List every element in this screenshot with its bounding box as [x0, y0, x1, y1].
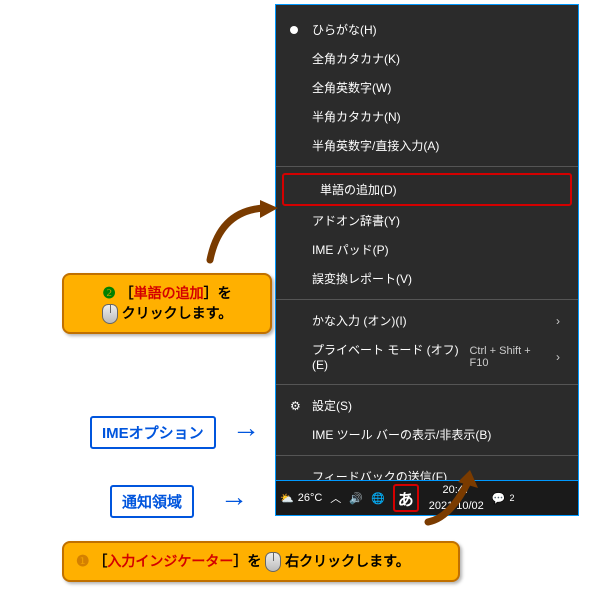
step-number-2: ❷	[102, 285, 115, 302]
menu-item-fullwidth-katakana[interactable]: 全角カタカナ(K)	[276, 44, 578, 73]
action-center-button[interactable]: 💬2	[488, 492, 519, 505]
menu-item-settings[interactable]: ⚙設定(S)	[276, 391, 578, 420]
mouse-icon	[102, 304, 118, 324]
speaker-icon: 🔊	[349, 492, 363, 505]
menu-item-fullwidth-alnum[interactable]: 全角英数字(W)	[276, 73, 578, 102]
highlight-add-word: 単語の追加(D)	[282, 173, 572, 206]
tray-expand-button[interactable]: ︿	[326, 490, 345, 506]
menu-separator	[276, 299, 578, 300]
menu-separator	[276, 455, 578, 456]
menu-item-ime-pad[interactable]: IME パッド(P)	[276, 235, 578, 264]
radio-selected-icon	[290, 26, 298, 34]
arrow-to-ime-indicator	[420, 470, 490, 530]
ime-indicator[interactable]: あ	[389, 484, 423, 512]
callout-step-1: ❶ ［入力インジケーター］を 右クリックします。	[62, 541, 460, 582]
volume-button[interactable]: 🔊	[345, 492, 367, 505]
menu-item-halfwidth-katakana[interactable]: 半角カタカナ(N)	[276, 102, 578, 131]
menu-item-halfwidth-alnum[interactable]: 半角英数字/直接入力(A)	[276, 131, 578, 160]
menu-item-private-mode[interactable]: プライベート モード (オフ)(E)Ctrl + Shift + F10›	[276, 335, 578, 378]
menu-item-misconversion-report[interactable]: 誤変換レポート(V)	[276, 264, 578, 293]
notification-icon: 💬	[492, 492, 506, 505]
label-notification-area: 通知領域	[110, 485, 194, 518]
arrow-to-add-word	[200, 200, 280, 270]
arrow-icon: →	[232, 412, 260, 444]
callout-step-2: ❷ ［単語の追加］を クリックします。	[62, 273, 272, 334]
arrow-icon: →	[220, 481, 248, 513]
menu-item-ime-toolbar-toggle[interactable]: IME ツール バーの表示/非表示(B)	[276, 420, 578, 449]
network-button[interactable]: 🌐	[367, 492, 389, 505]
menu-separator	[276, 384, 578, 385]
menu-separator	[276, 166, 578, 167]
shortcut-label: Ctrl + Shift + F10	[469, 345, 556, 369]
chevron-right-icon: ›	[556, 314, 566, 328]
weather-widget[interactable]: ⛅26°C	[276, 492, 326, 505]
menu-item-hiragana[interactable]: ひらがな(H)	[276, 15, 578, 44]
menu-item-add-word[interactable]: 単語の追加(D)	[284, 175, 570, 204]
step-number-1: ❶	[76, 553, 89, 570]
ime-context-menu: ひらがな(H) 全角カタカナ(K) 全角英数字(W) 半角カタカナ(N) 半角英…	[275, 4, 579, 502]
globe-icon: 🌐	[371, 492, 385, 505]
menu-item-kana-input[interactable]: かな入力 (オン)(I)›	[276, 306, 578, 335]
mouse-icon	[265, 552, 281, 572]
weather-icon: ⛅	[280, 492, 294, 505]
chevron-right-icon: ›	[556, 350, 566, 364]
label-ime-option: IMEオプション	[90, 416, 216, 449]
chevron-up-icon: ︿	[330, 490, 341, 506]
menu-item-addon-dict[interactable]: アドオン辞書(Y)	[276, 206, 578, 235]
gear-icon: ⚙	[290, 399, 301, 413]
